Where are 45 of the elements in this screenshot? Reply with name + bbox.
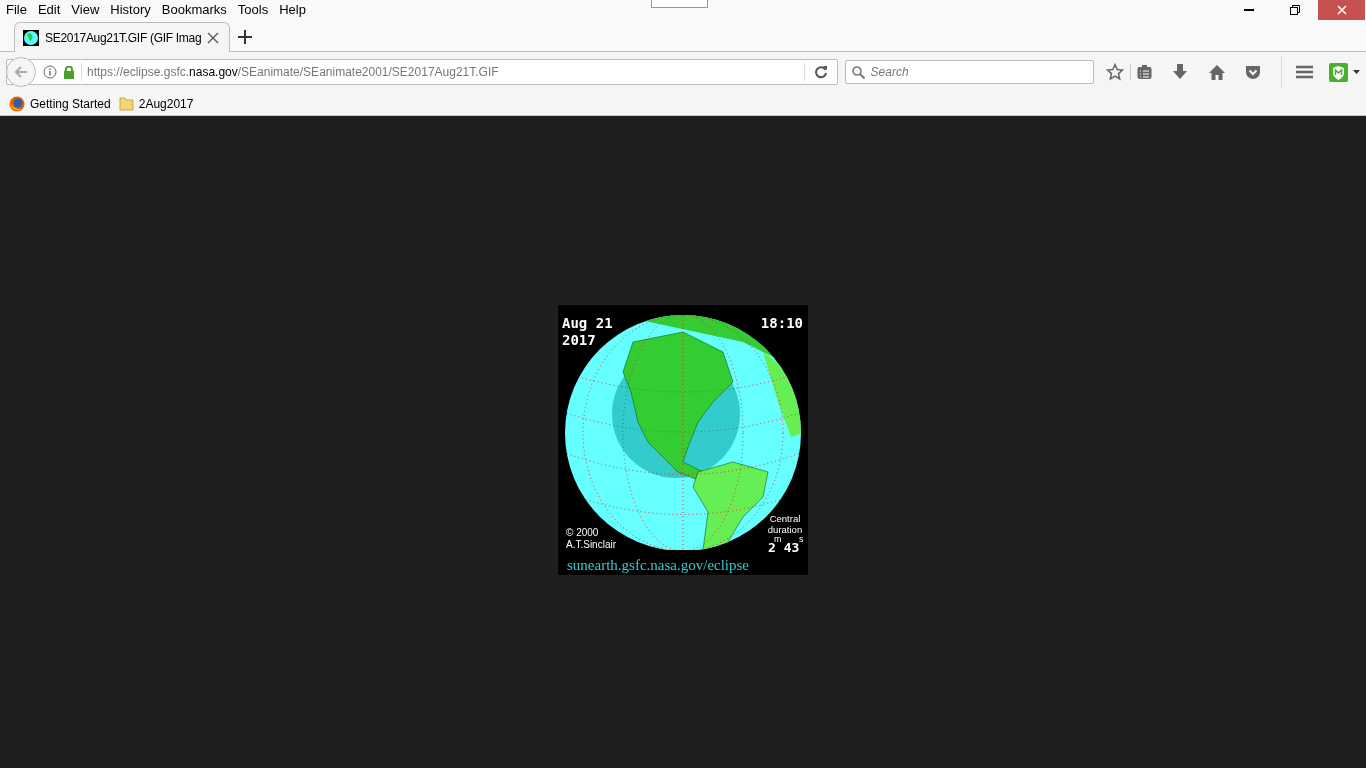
menu-item[interactable]: History: [110, 0, 151, 20]
seconds-unit-label: s: [799, 535, 804, 544]
shield-extension-icon[interactable]: [1329, 62, 1348, 82]
back-arrow-icon: [14, 65, 28, 79]
time-label: 18:10: [760, 315, 803, 331]
restore-icon: [1290, 5, 1300, 15]
search-field[interactable]: Search: [844, 60, 1094, 84]
dropdown-caret-icon[interactable]: [1353, 70, 1360, 74]
menu-item[interactable]: Bookmarks: [161, 0, 227, 20]
url-bar[interactable]: https://eclipse.gsfc.nasa.gov/SEanimate/SEanimate2001/SE2017Aug21T.GIF: [6, 59, 838, 85]
pocket-icon[interactable]: [1245, 64, 1261, 80]
browser-tab[interactable]: SE2017Aug21T.GIF (GIF Imag: [14, 22, 230, 52]
info-icon[interactable]: [43, 65, 57, 79]
author-label: A.T.Sinclair: [566, 539, 616, 550]
clipboard-list-icon[interactable]: [1137, 64, 1152, 80]
date-label: Aug 21: [562, 315, 613, 331]
menu-item[interactable]: View: [71, 0, 100, 20]
menu-item[interactable]: Tools: [237, 0, 269, 20]
fox-globe-icon: [9, 95, 25, 112]
menu-item[interactable]: File: [6, 0, 27, 20]
duration-label: Central duration: [766, 513, 804, 535]
search-icon: [851, 65, 865, 79]
reload-icon[interactable]: [813, 65, 828, 79]
globe-icon: [23, 29, 39, 46]
tab-title: SE2017Aug21T.GIF (GIF Imag: [45, 29, 202, 47]
star-icon[interactable]: [1106, 63, 1124, 81]
menu-item[interactable]: Edit: [37, 0, 61, 20]
website-label: sunearth.gsfc.nasa.gov/eclipse: [567, 557, 750, 573]
close-icon: [1336, 5, 1347, 15]
close-tab-icon[interactable]: [207, 31, 220, 44]
minimize-icon: [1244, 9, 1254, 11]
year-label: 2017: [562, 332, 596, 348]
folder-icon: [118, 96, 134, 111]
bookmark-item[interactable]: 2Aug2017: [118, 94, 194, 113]
duration-value: 2 43: [768, 541, 800, 554]
padlock-icon[interactable]: [63, 65, 75, 79]
minutes-unit-label: m: [774, 535, 782, 544]
menu-item[interactable]: Help: [279, 0, 306, 20]
url-text: https://eclipse.gsfc.nasa.gov/SEanimate/SEanimate2001/SE2017Aug21T.GIF: [87, 64, 500, 81]
copyright-label: © 2000: [566, 527, 599, 538]
menu-icon[interactable]: [1296, 65, 1313, 79]
home-icon[interactable]: [1209, 64, 1225, 80]
download-icon[interactable]: [1173, 64, 1187, 80]
new-tab-icon[interactable]: [238, 30, 252, 44]
bookmark-item[interactable]: Getting Started: [9, 94, 111, 113]
